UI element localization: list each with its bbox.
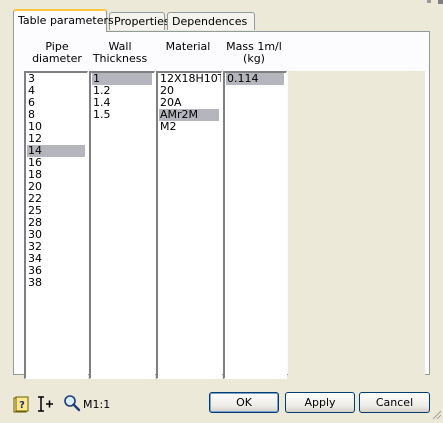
svg-text:?: ? xyxy=(19,400,25,411)
list-item[interactable]: 38 xyxy=(27,277,85,289)
column-header-pipe-diameter: Pipe diameter xyxy=(32,40,82,65)
list-item[interactable]: 6 xyxy=(27,97,85,109)
tab-dependences[interactable]: Dependences xyxy=(167,12,255,30)
pipe-diameter-list[interactable]: 3 4 6 8 10 12 14 16 18 20 22 25 28 30 32 34 36 38 xyxy=(24,71,88,379)
column-header-wall-thickness: Wall Thickness xyxy=(87,41,153,65)
insert-cursor-icon[interactable] xyxy=(37,395,55,413)
tab-table-parameters[interactable]: Table parameters xyxy=(13,9,114,32)
magnifier-icon[interactable] xyxy=(63,394,81,412)
zoom-scale-label: M1:1 xyxy=(83,398,111,411)
resize-grip-icon[interactable] xyxy=(430,408,442,420)
ok-button[interactable]: OK xyxy=(209,392,279,413)
material-list[interactable]: 12X18H10T 20 20A AMr2M M2 xyxy=(156,71,222,379)
list-item[interactable]: M2 xyxy=(159,121,219,133)
empty-area xyxy=(288,71,425,378)
list-item[interactable]: 3 xyxy=(27,73,85,85)
column-header-mass: Mass 1m/l (kg) xyxy=(221,41,287,65)
list-item[interactable]: 4 xyxy=(27,85,85,97)
column-header-material: Material xyxy=(165,40,211,53)
cancel-button[interactable]: Cancel xyxy=(359,392,430,413)
window-control-stub xyxy=(427,0,431,3)
tab-properties[interactable]: Properties xyxy=(109,12,170,30)
list-item[interactable]: 0.114 xyxy=(226,73,284,85)
window-top-edge xyxy=(0,0,443,5)
apply-button[interactable]: Apply xyxy=(285,392,355,413)
header-line: Thickness xyxy=(92,52,148,65)
list-item[interactable]: 1.5 xyxy=(92,109,152,121)
wall-thickness-list[interactable]: 1 1.2 1.4 1.5 xyxy=(89,71,155,379)
header-line: (kg) xyxy=(243,52,265,65)
help-icon[interactable]: ? xyxy=(12,396,30,414)
window-control-stub xyxy=(438,0,443,4)
mass-list[interactable]: 0.114 xyxy=(223,71,287,379)
